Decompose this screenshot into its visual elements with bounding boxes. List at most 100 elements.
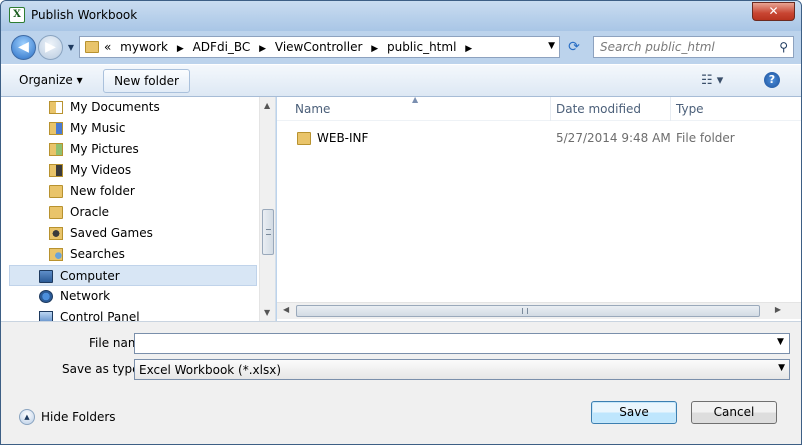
sidebar-item-oracle[interactable]: Oracle (1, 202, 259, 223)
column-divider[interactable] (670, 97, 671, 121)
navigation-scrollbar[interactable]: ▲ ▼ (259, 97, 275, 321)
sidebar-item-label: Oracle (70, 205, 110, 219)
address-bar[interactable]: « mywork ▶ ADFdi_BC ▶ ViewController ▶ p… (79, 36, 560, 58)
sidebar-item-my-pictures[interactable]: My Pictures (1, 139, 259, 160)
new-folder-button[interactable]: New folder (103, 69, 190, 93)
change-view-icon[interactable]: ☷ ▾ (701, 73, 723, 88)
breadcrumb-separator-icon[interactable]: ▶ (465, 44, 472, 54)
command-toolbar: Organize ▾ New folder ☷ ▾ ? (1, 64, 801, 97)
sidebar-item-label: Saved Games (70, 226, 153, 240)
folder-icon (49, 206, 63, 219)
forward-button[interactable]: ▶ (38, 35, 63, 60)
scrollbar-thumb[interactable] (262, 209, 274, 255)
scrollbar-thumb[interactable] (296, 305, 760, 317)
file-name-dropdown-icon[interactable]: ▼ (777, 337, 797, 347)
breadcrumb-overflow[interactable]: « (104, 40, 111, 54)
save-button[interactable]: Save (591, 401, 677, 424)
folder-icon (49, 185, 63, 198)
folder-icon (297, 132, 311, 145)
scroll-right-icon[interactable]: ▶ (775, 305, 781, 314)
cancel-button[interactable]: Cancel (691, 401, 777, 424)
chevron-down-icon[interactable]: ▼ (778, 363, 785, 373)
column-header-type[interactable]: Type (676, 102, 704, 116)
sidebar-item-my-music[interactable]: My Music (1, 118, 259, 139)
column-header-name[interactable]: Name (295, 102, 330, 116)
grip-icon (522, 308, 528, 314)
recent-locations-chevron-icon[interactable]: ▼ (65, 42, 77, 54)
scroll-down-icon[interactable]: ▼ (264, 308, 270, 317)
documents-folder-icon (49, 101, 63, 114)
chevron-up-icon: ▲ (19, 409, 35, 425)
navigation-row: ◀ ▶ ▼ « mywork ▶ ADFdi_BC ▶ ViewControll… (1, 31, 801, 64)
file-list-pane: ▲ Name Date modified Type WEB-INF 5/27/2… (277, 95, 801, 321)
sidebar-item-saved-games[interactable]: Saved Games (1, 223, 259, 244)
search-icon[interactable]: ⚲ (779, 40, 788, 54)
sidebar-item-network[interactable]: Network (1, 286, 259, 307)
file-type: File folder (676, 131, 735, 145)
close-button[interactable]: ✕ (752, 2, 795, 21)
excel-app-icon: X (9, 7, 25, 23)
sidebar-item-label: My Pictures (70, 142, 139, 156)
scroll-left-icon[interactable]: ◀ (283, 305, 289, 314)
sidebar-item-label: Network (60, 289, 111, 303)
refresh-icon[interactable]: ⟳ (563, 36, 585, 58)
pictures-folder-icon (49, 143, 63, 156)
navigation-tree: My Documents My Music My Pictures My Vid… (1, 97, 259, 321)
videos-folder-icon (49, 164, 63, 177)
save-options-panel: File name: ▼ Save as type: Excel Workboo… (1, 321, 801, 444)
sidebar-item-new-folder[interactable]: New folder (1, 181, 259, 202)
file-name: WEB-INF (317, 131, 369, 145)
file-date-modified: 5/27/2014 9:48 AM (556, 131, 671, 145)
breadcrumb-item-adfdi-bc[interactable]: ADFdi_BC (193, 40, 251, 54)
searches-folder-icon (49, 248, 63, 261)
address-dropdown-icon[interactable]: ▼ (548, 41, 555, 51)
sidebar-item-label: My Music (70, 121, 126, 135)
breadcrumb-item-mywork[interactable]: mywork (120, 40, 168, 54)
list-item[interactable]: WEB-INF 5/27/2014 9:48 AM File folder (277, 128, 801, 148)
column-header-row: ▲ Name Date modified Type (277, 95, 801, 121)
sidebar-item-searches[interactable]: Searches (1, 244, 259, 265)
sidebar-item-control-panel[interactable]: Control Panel (1, 307, 259, 321)
back-button[interactable]: ◀ (11, 35, 36, 60)
breadcrumb-item-public-html[interactable]: public_html (387, 40, 456, 54)
breadcrumb-item-viewcontroller[interactable]: ViewController (275, 40, 363, 54)
sidebar-item-my-videos[interactable]: My Videos (1, 160, 259, 181)
breadcrumb: « mywork ▶ ADFdi_BC ▶ ViewController ▶ p… (104, 40, 477, 54)
column-divider[interactable] (550, 97, 551, 121)
sidebar-item-my-documents[interactable]: My Documents (1, 97, 259, 118)
save-as-type-select[interactable]: Excel Workbook (*.xlsx) ▼ (134, 359, 790, 380)
network-icon (39, 290, 53, 303)
music-folder-icon (49, 122, 63, 135)
save-as-type-value: Excel Workbook (*.xlsx) (139, 363, 282, 377)
breadcrumb-separator-icon[interactable]: ▶ (177, 44, 184, 54)
search-placeholder: Search public_html (600, 40, 715, 54)
publish-workbook-dialog: X Publish Workbook ✕ ◀ ▶ ▼ « mywork ▶ AD… (0, 0, 802, 445)
computer-icon (39, 270, 53, 283)
navigation-pane: My Documents My Music My Pictures My Vid… (1, 97, 276, 321)
column-header-date-modified[interactable]: Date modified (556, 102, 641, 116)
folder-icon (85, 41, 99, 53)
sidebar-item-computer[interactable]: Computer (9, 265, 257, 286)
horizontal-scrollbar[interactable]: ◀ ▶ (277, 302, 801, 319)
sidebar-item-label: New folder (70, 184, 135, 198)
help-icon[interactable]: ? (764, 72, 780, 88)
control-panel-icon (39, 311, 53, 321)
sidebar-item-label: Control Panel (60, 310, 140, 321)
sidebar-item-label: Computer (60, 269, 120, 283)
grip-icon (266, 229, 271, 235)
sidebar-item-label: My Documents (70, 100, 160, 114)
saved-games-icon (49, 227, 63, 240)
hide-folders-label: Hide Folders (41, 410, 116, 424)
breadcrumb-separator-icon[interactable]: ▶ (371, 44, 378, 54)
sidebar-item-label: My Videos (70, 163, 132, 177)
file-name-field[interactable] (134, 333, 790, 354)
search-input[interactable]: Search public_html ⚲ (593, 36, 794, 58)
organize-button[interactable]: Organize ▾ (19, 73, 83, 87)
scroll-up-icon[interactable]: ▲ (264, 101, 270, 110)
title-bar: X Publish Workbook ✕ (1, 1, 801, 31)
sort-ascending-icon: ▲ (412, 95, 419, 104)
save-as-type-label: Save as type: (62, 362, 144, 376)
sidebar-item-label: Searches (70, 247, 125, 261)
breadcrumb-separator-icon[interactable]: ▶ (259, 44, 266, 54)
dialog-title: Publish Workbook (31, 8, 138, 22)
